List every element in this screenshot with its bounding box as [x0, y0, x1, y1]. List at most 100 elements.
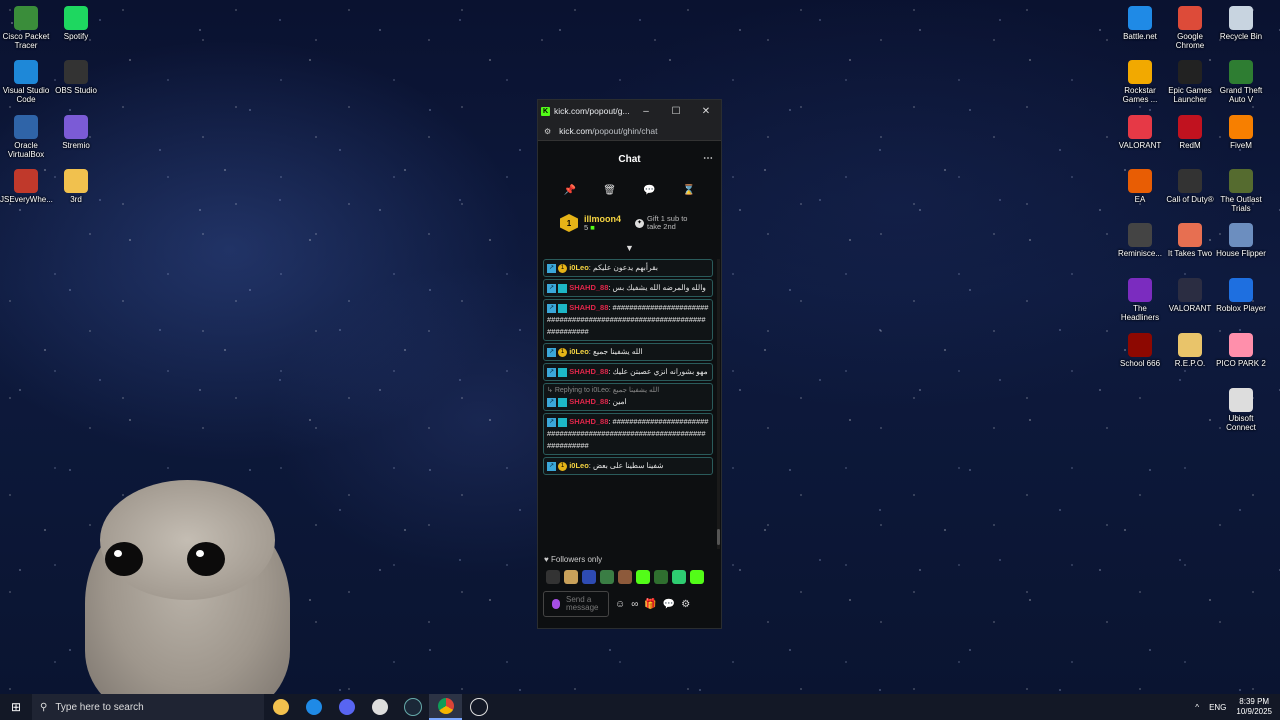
message-username[interactable]: SHAHD_88 — [569, 367, 608, 376]
desktop-icon-rockstar[interactable]: Rockstar Games ... — [1114, 60, 1166, 104]
desktop-icon-ea[interactable]: EA — [1114, 169, 1166, 204]
desktop-icon-label: RedM — [1179, 141, 1201, 150]
taskbar-app-icon[interactable] — [462, 694, 495, 720]
emote-9[interactable] — [690, 570, 704, 584]
chat-message[interactable]: ↗ SHAHD_88: ############################… — [543, 299, 713, 341]
desktop-icon-school666[interactable]: School 666 — [1114, 333, 1166, 368]
chat-message[interactable]: ↗ 1 i0Leo: شفينا سطينا على بعض — [543, 457, 713, 475]
desktop-icon-cod[interactable]: Call of Duty® — [1164, 169, 1216, 204]
emote-7[interactable] — [654, 570, 668, 584]
chat-message[interactable]: ↳ Replying to i0Leo: الله يشفينا جميع ↗ S… — [543, 383, 713, 411]
desktop-icon-outlast[interactable]: The Outlast Trials — [1215, 169, 1267, 213]
windows-taskbar: ⊞ ⚲ Type here to search ^ ENG 8:39 PM 10… — [0, 694, 1280, 720]
desktop-icon-houseflipper[interactable]: House Flipper — [1215, 223, 1267, 258]
cisco-icon — [14, 6, 38, 30]
window-titlebar[interactable]: K kick.com/popout/g... – ☐ ✕ — [538, 100, 721, 122]
emote-6[interactable] — [636, 570, 650, 584]
gift-sub-cta[interactable]: ✦ Gift 1 sub to take 2nd — [635, 215, 687, 231]
desktop-icon-vscode[interactable]: Visual Studio Code — [0, 60, 52, 104]
desktop-icon-stremio[interactable]: Stremio — [50, 115, 102, 150]
taskbar-search[interactable]: ⚲ Type here to search — [32, 694, 264, 720]
clock-time: 8:39 PM — [1239, 697, 1270, 706]
taskbar-battlenet-icon[interactable] — [297, 694, 330, 720]
desktop-icon-folder[interactable]: 3rd — [50, 169, 102, 204]
desktop-icon-valorant[interactable]: VALORANT — [1114, 115, 1166, 150]
chat-message[interactable]: ↗ 1 i0Leo: بقرأبهم يدعون عليكم — [543, 259, 713, 277]
close-button[interactable]: ✕ — [691, 106, 721, 117]
message-username[interactable]: SHAHD_88 — [569, 397, 608, 406]
verified-badge-icon: ↗ — [547, 283, 556, 293]
emote-5[interactable] — [618, 570, 632, 584]
emote-picker-icon[interactable]: ☺ — [615, 599, 625, 610]
gift-box-icon[interactable]: 🎁 — [644, 599, 656, 610]
infinity-icon[interactable]: ∞ — [631, 599, 638, 610]
more-options-icon[interactable]: ⋯ — [703, 153, 713, 164]
taskbar-steam-icon[interactable] — [396, 694, 429, 720]
desktop-icon-chrome[interactable]: Google Chrome — [1164, 6, 1216, 50]
minimize-button[interactable]: – — [631, 106, 661, 117]
desktop-icon-redm[interactable]: RedM — [1164, 115, 1216, 150]
clock[interactable]: 8:39 PM 10/9/2025 — [1236, 697, 1272, 717]
taskbar-chrome-icon[interactable] — [429, 694, 462, 720]
chat-bubble-icon[interactable]: 💬 — [643, 185, 655, 196]
pin-icon[interactable]: 📌 — [564, 185, 576, 196]
message-username[interactable]: SHAHD_88 — [569, 417, 608, 426]
message-username[interactable]: SHAHD_88 — [569, 303, 608, 312]
desktop-icon-spotify[interactable]: Spotify — [50, 6, 102, 41]
chrome-icon — [1178, 6, 1202, 30]
desktop-icon-ubisoft[interactable]: Ubisoft Connect — [1215, 388, 1267, 432]
emote-8[interactable] — [672, 570, 686, 584]
message-username[interactable]: i0Leo — [569, 347, 589, 356]
desktop-icon-label: OBS Studio — [55, 86, 97, 95]
desktop-icon-roblox[interactable]: Roblox Player — [1215, 278, 1267, 313]
desktop-icon-ittakestwo[interactable]: It Takes Two — [1164, 223, 1216, 258]
desktop-icon-picopark[interactable]: PICO PARK 2 — [1215, 333, 1267, 368]
message-username[interactable]: i0Leo — [569, 263, 589, 272]
message-username[interactable]: SHAHD_88 — [569, 283, 608, 292]
chat-message[interactable]: ↗ SHAHD_88: والله والمرضه الله يشفيك بس — [543, 279, 713, 297]
desktop-icon-valorant[interactable]: VALORANT — [1164, 278, 1216, 313]
desktop-icon-fivem[interactable]: FiveM — [1215, 115, 1267, 150]
language-indicator[interactable]: ENG — [1209, 703, 1226, 712]
chat-message[interactable]: ↗ SHAHD_88: مهو بشورانه انزي عصبتن عليك — [543, 363, 713, 381]
desktop-icon-headliners[interactable]: The Headliners — [1114, 278, 1166, 322]
desktop-icon-label: Roblox Player — [1216, 304, 1266, 313]
desktop-icon-epic[interactable]: Epic Games Launcher — [1164, 60, 1216, 104]
settings-gear-icon[interactable]: ⚙ — [681, 599, 690, 610]
mic-icon[interactable] — [552, 599, 560, 609]
chat-message[interactable]: ↗ 1 i0Leo: الله يشفينا جميع — [543, 343, 713, 361]
desktop-icon-repo[interactable]: R.E.P.O. — [1164, 333, 1216, 368]
desktop-icon-battlenet[interactable]: Battle.net — [1114, 6, 1166, 41]
emote-3[interactable] — [582, 570, 596, 584]
hourglass-icon[interactable]: ⌛ — [683, 185, 695, 196]
desktop-icon-jseverywhere[interactable]: JSEveryWhe... — [0, 169, 53, 204]
emote-1[interactable] — [546, 570, 560, 584]
url-bar[interactable]: ⚙ kick.com/popout/ghin/chat — [538, 122, 721, 141]
desktop-icon-cisco[interactable]: Cisco Packet Tracer — [0, 6, 52, 50]
desktop-icon-recycle-bin[interactable]: Recycle Bin — [1215, 6, 1267, 41]
desktop-icon-gta[interactable]: Grand Theft Auto V — [1215, 60, 1267, 104]
desktop-icon-obs[interactable]: OBS Studio — [50, 60, 102, 95]
ubisoft-icon — [1229, 388, 1253, 412]
taskbar-discord-icon[interactable] — [330, 694, 363, 720]
site-settings-icon[interactable]: ⚙ — [544, 127, 551, 136]
chat-icon[interactable]: 💬 — [663, 599, 675, 610]
filter-icon[interactable]: ▼ — [538, 243, 721, 255]
pinned-gifter[interactable]: 1 illmoon4 5 ■ ✦ Gift 1 sub to take 2nd — [538, 203, 721, 243]
chat-input[interactable]: Send a message — [543, 591, 609, 617]
chat-toolbar: 📌 🗑 💬 ⌛ — [538, 177, 721, 203]
url-path: /popout/ghin/chat — [592, 126, 658, 136]
chat-scrollbar[interactable] — [717, 259, 720, 549]
message-username[interactable]: i0Leo — [569, 461, 589, 470]
maximize-button[interactable]: ☐ — [661, 106, 691, 117]
emote-2[interactable] — [564, 570, 578, 584]
desktop-icon-virtualbox[interactable]: Oracle VirtualBox — [0, 115, 52, 159]
emote-4[interactable] — [600, 570, 614, 584]
tray-chevron-icon[interactable]: ^ — [1195, 703, 1199, 712]
chat-message[interactable]: ↗ SHAHD_88: ############################… — [543, 413, 713, 455]
start-windows-icon[interactable]: ⊞ — [0, 694, 32, 720]
taskbar-explorer-icon[interactable] — [264, 694, 297, 720]
taskbar-obs-icon[interactable] — [363, 694, 396, 720]
trash-icon[interactable]: 🗑 — [603, 185, 616, 196]
desktop-icon-reminisce[interactable]: Reminisce... — [1114, 223, 1166, 258]
